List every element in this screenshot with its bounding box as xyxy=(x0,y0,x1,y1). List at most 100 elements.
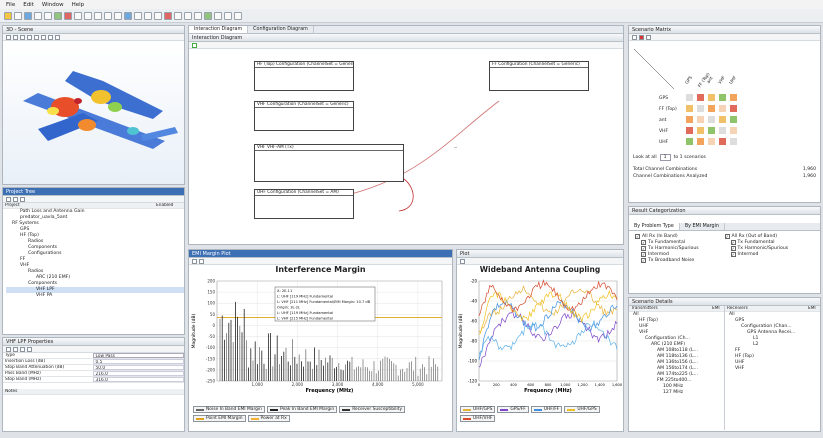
legend-item[interactable]: UHF/GPS xyxy=(564,406,600,413)
property-input[interactable]: 316.0 xyxy=(92,377,184,382)
matrix-cell[interactable] xyxy=(718,115,727,124)
type-select[interactable]: Low Pass xyxy=(92,353,184,358)
property-input[interactable]: 50.0 xyxy=(92,365,184,370)
config-box-uhf[interactable]: UHF Configuration (ChannelSet = AM) xyxy=(254,189,354,219)
tool-icon[interactable] xyxy=(6,34,11,40)
legend-item[interactable]: Point EMI Margin xyxy=(193,415,246,422)
new-icon[interactable] xyxy=(4,11,12,20)
tool-icon[interactable] xyxy=(114,11,122,20)
matrix-cell[interactable] xyxy=(707,115,716,124)
matrix-cell[interactable] xyxy=(729,115,738,124)
matrix-cell[interactable] xyxy=(696,104,705,113)
tool-icon[interactable] xyxy=(124,11,132,20)
tool-icon[interactable] xyxy=(13,196,18,202)
tool-icon[interactable] xyxy=(13,34,18,40)
tab-by-emi-margin[interactable]: By EMI Margin xyxy=(680,223,725,230)
redo-icon[interactable] xyxy=(44,11,52,20)
matrix-cell[interactable] xyxy=(718,137,727,146)
menu-window[interactable]: Window xyxy=(42,2,64,8)
emi-chart[interactable]: 200 150 100 50 0 -50 -100 -150 -200 -250 1,000 2,00… xyxy=(189,277,452,402)
wideband-chart[interactable]: -20 -40 -60 -80 -100 -1200 200 400 600 800 1,000 1,… xyxy=(457,277,623,402)
legend-item[interactable]: UHF/VHF xyxy=(460,415,496,422)
tool-icon[interactable] xyxy=(460,258,465,264)
tab-configuration-diagram[interactable]: Configuration Diagram xyxy=(248,26,314,33)
config-box-ff[interactable]: FF Configuration (ChannelSet = Generic) xyxy=(489,61,589,91)
tool-icon[interactable] xyxy=(234,11,242,20)
tool-icon[interactable] xyxy=(194,11,202,20)
tool-icon[interactable] xyxy=(13,346,18,352)
matrix-cell[interactable] xyxy=(707,137,716,146)
matrix-cell[interactable] xyxy=(685,137,694,146)
tool-icon[interactable] xyxy=(27,346,32,352)
tool-icon[interactable] xyxy=(224,11,232,20)
legend-item[interactable]: UHF/FF xyxy=(530,406,563,413)
matrix-cell[interactable] xyxy=(718,93,727,102)
tool-icon[interactable] xyxy=(6,196,11,202)
tool-icon[interactable] xyxy=(48,34,53,40)
tool-icon[interactable] xyxy=(192,258,197,264)
tool-icon[interactable] xyxy=(164,11,172,20)
matrix-cell[interactable] xyxy=(707,126,716,135)
config-box-hf[interactable]: HF (Top) Configuration (ChannelSet = Gen… xyxy=(254,61,354,91)
tool-icon[interactable] xyxy=(20,346,25,352)
matrix-cell[interactable] xyxy=(729,137,738,146)
tab-by-problem-type[interactable]: By Problem Type xyxy=(629,223,680,230)
legend-item[interactable]: Peak In Band EMI Margin xyxy=(266,406,338,413)
checkbox-intermod[interactable]: ✓ Intermod xyxy=(725,252,815,257)
checkbox-tx-harmonic[interactable]: ✓ Tx Harmonic/Spurious xyxy=(635,246,725,251)
tool-icon[interactable] xyxy=(74,11,82,20)
legend-item[interactable]: Power at Rx xyxy=(247,415,290,422)
tool-icon[interactable] xyxy=(214,11,222,20)
check-icon[interactable] xyxy=(192,42,197,48)
matrix-cell[interactable] xyxy=(696,137,705,146)
config-box-vhf-am[interactable]: VHF VHF-AM (Tx) xyxy=(254,144,404,182)
tool-icon[interactable] xyxy=(134,11,142,20)
delete-icon[interactable] xyxy=(639,34,644,40)
tool-icon[interactable] xyxy=(84,11,92,20)
config-box-vhf[interactable]: VHF Configuration (ChannelSet = Generic) xyxy=(254,101,354,131)
coupling-line[interactable] xyxy=(398,178,414,212)
save-icon[interactable] xyxy=(24,11,32,20)
matrix-cell[interactable] xyxy=(729,104,738,113)
property-input[interactable]: 0.5 xyxy=(92,359,184,364)
undo-icon[interactable] xyxy=(34,11,42,20)
matrix-cell[interactable] xyxy=(696,126,705,135)
tool-icon[interactable] xyxy=(34,34,39,40)
run-icon[interactable] xyxy=(54,11,62,20)
checkbox-tx-broadband-noise[interactable]: ✓ Tx Broadband Noise xyxy=(635,258,725,263)
tx-item[interactable]: 127 MHz xyxy=(631,390,724,396)
matrix-cell[interactable] xyxy=(696,93,705,102)
aircraft-3d-view[interactable] xyxy=(3,41,184,184)
tool-icon[interactable] xyxy=(41,34,46,40)
tool-icon[interactable] xyxy=(104,11,112,20)
tool-icon[interactable] xyxy=(199,258,204,264)
matrix-cell[interactable] xyxy=(729,126,738,135)
tool-icon[interactable] xyxy=(144,11,152,20)
menu-edit[interactable]: Edit xyxy=(23,2,34,8)
checkbox-intermod[interactable]: ✓ Intermod xyxy=(635,252,725,257)
matrix-cell[interactable] xyxy=(718,104,727,113)
legend-item[interactable]: UHF/GPS xyxy=(460,406,496,413)
tool-icon[interactable] xyxy=(20,34,25,40)
matrix-cell[interactable] xyxy=(685,115,694,124)
tree-item[interactable]: VHF PA xyxy=(6,293,184,299)
tool-icon[interactable] xyxy=(204,11,212,20)
checkbox-tx-fundamental[interactable]: ✓ Tx Fundamental xyxy=(725,240,815,245)
tool-icon[interactable] xyxy=(27,34,32,40)
look-at-input[interactable]: 1 xyxy=(659,153,671,161)
rx-item[interactable]: VHF xyxy=(727,366,820,372)
menu-help[interactable]: Help xyxy=(72,2,85,8)
tool-icon[interactable] xyxy=(174,11,182,20)
matrix-cell[interactable] xyxy=(707,93,716,102)
matrix-cell[interactable] xyxy=(729,93,738,102)
checkbox-all-rx-out-band[interactable]: ✓ All Rx (Out of Band) xyxy=(724,234,815,239)
tool-icon[interactable] xyxy=(20,196,25,202)
diagram-canvas[interactable]: ~ HF (Top) Configuration (ChannelSet = G… xyxy=(189,49,623,244)
legend-item[interactable]: Noise In Band EMI Margin xyxy=(193,406,265,413)
matrix-cell[interactable] xyxy=(685,126,694,135)
stop-icon[interactable] xyxy=(64,11,72,20)
matrix-cell[interactable] xyxy=(707,104,716,113)
checkbox-all-rx-in-band[interactable]: ✓ All Rx (In Band) xyxy=(635,234,725,239)
tool-icon[interactable] xyxy=(6,346,11,352)
legend-item[interactable]: GPS/FF xyxy=(497,406,529,413)
